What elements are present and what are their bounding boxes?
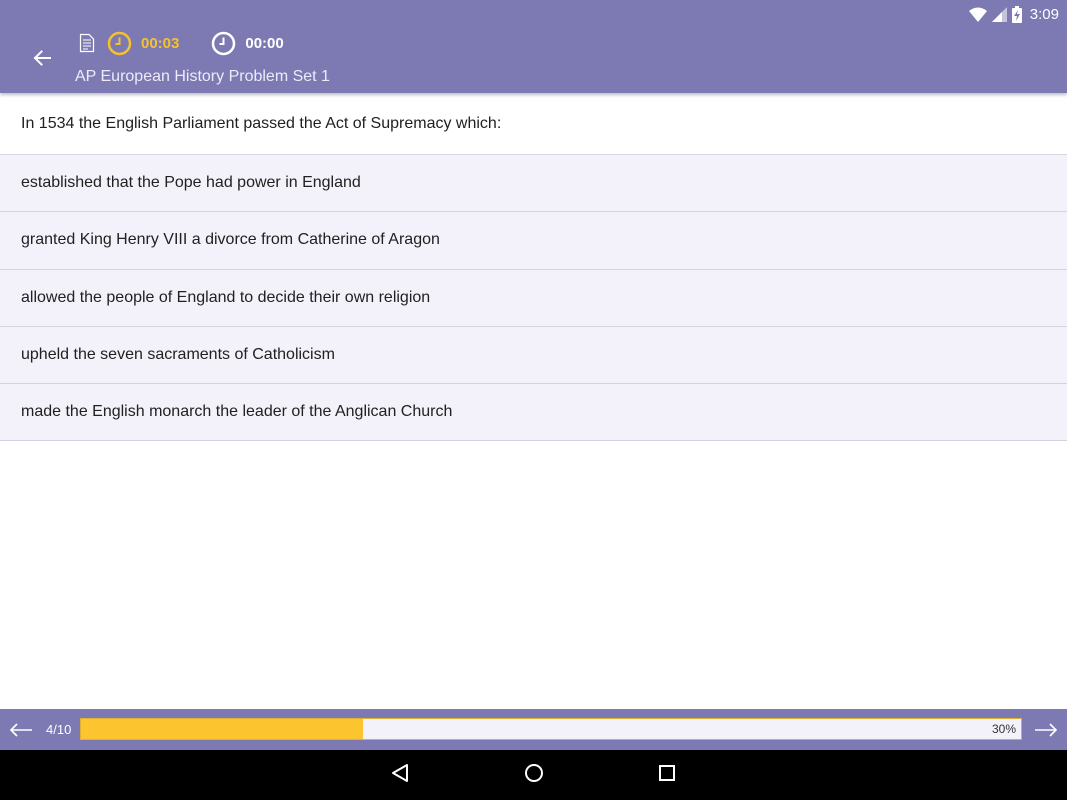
question-counter: 4/10 [46,722,72,737]
status-time: 3:09 [1029,5,1059,23]
previous-question-button[interactable] [8,719,34,741]
progress-bar: 4/10 30% [0,709,1067,750]
question-timer: 00:03 [141,34,180,52]
back-button[interactable] [22,40,62,80]
wifi-icon [968,7,987,22]
question-timer-icon [107,31,132,56]
recents-square-icon [657,763,677,788]
app-bar: 3:09 00:03 00:00 AP European History Pro… [0,0,1067,93]
document-icon[interactable] [79,33,95,53]
answer-label: established that the Pope had power in E… [21,174,361,192]
answer-label: granted King Henry VIII a divorce from C… [21,231,440,249]
timers: 00:03 00:00 [79,31,316,55]
answer-option-5[interactable]: made the English monarch the leader of t… [0,384,1067,442]
answer-option-4[interactable]: upheld the seven sacraments of Catholici… [0,326,1067,385]
progress-track: 30% [80,718,1022,740]
nav-back-button[interactable] [388,763,412,787]
page-title: AP European History Problem Set 1 [75,68,330,85]
arrow-right-icon [1033,723,1059,745]
question-content: In 1534 the English Parliament passed th… [0,93,1067,442]
system-nav-bar [0,750,1067,800]
back-triangle-icon [390,763,410,788]
status-bar: 3:09 [968,4,1059,24]
progress-percent: 30% [991,722,1016,736]
answer-option-1[interactable]: established that the Pope had power in E… [0,155,1067,213]
answer-option-2[interactable]: granted King Henry VIII a divorce from C… [0,212,1067,270]
next-question-button[interactable] [1033,719,1059,741]
nav-home-button[interactable] [522,763,546,787]
progress-fill [81,719,363,739]
home-circle-icon [524,763,544,788]
answer-label: allowed the people of England to decide … [21,288,431,306]
arrow-left-icon [8,723,34,745]
total-timer-icon [211,31,236,56]
cell-signal-icon [991,6,1007,22]
battery-charging-icon [1011,5,1022,23]
total-timer: 00:00 [245,34,284,52]
arrow-left-icon [33,49,51,72]
answer-label: upheld the seven sacraments of Catholici… [21,346,335,364]
answer-option-3[interactable]: allowed the people of England to decide … [0,269,1067,327]
answer-label: made the English monarch the leader of t… [21,403,453,421]
nav-recents-button[interactable] [655,763,679,787]
question-text: In 1534 the English Parliament passed th… [0,93,1067,155]
